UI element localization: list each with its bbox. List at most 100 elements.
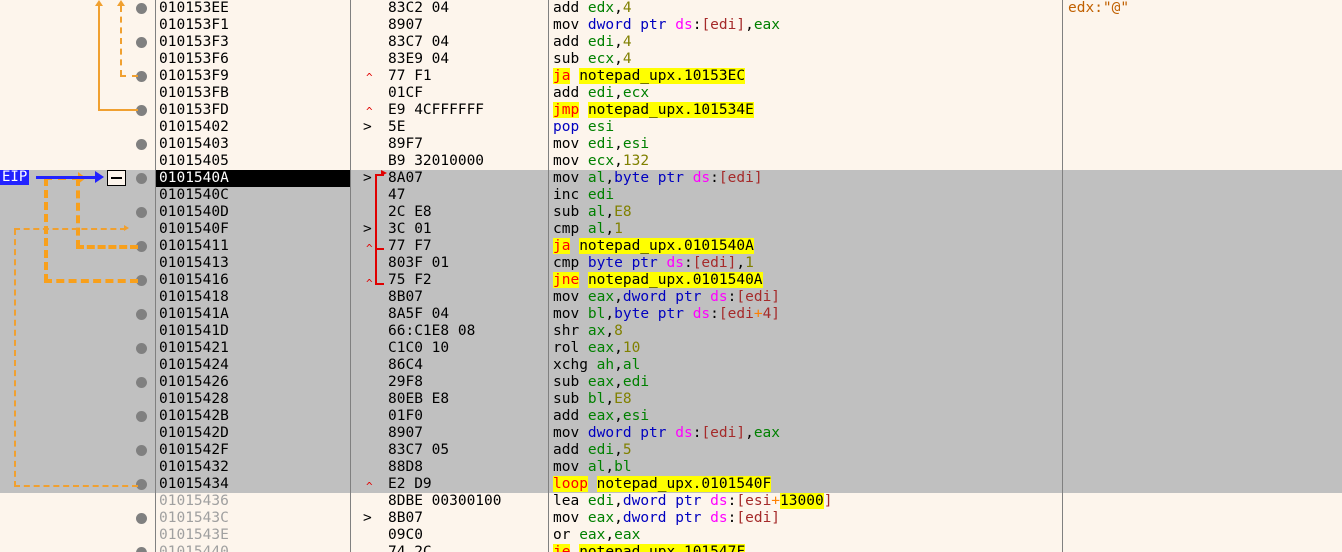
- opcode-bytes-cell[interactable]: 83C7 05: [388, 442, 543, 459]
- address-cell[interactable]: 0101541D: [159, 323, 344, 340]
- address-cell[interactable]: 01015436: [159, 493, 344, 510]
- instruction-cell[interactable]: mov eax,dword ptr ds:[edi]: [553, 510, 1058, 527]
- table-row[interactable]: 0101543C >8B07 mov eax,dword ptr ds:[edi]: [0, 510, 1342, 527]
- table-row[interactable]: 01015424 86C4 xchg ah,al: [0, 357, 1342, 374]
- instruction-cell[interactable]: mov ecx,132: [553, 153, 1058, 170]
- address-cell[interactable]: 01015440: [159, 544, 344, 552]
- address-cell[interactable]: 0101540A: [159, 170, 344, 187]
- opcode-bytes-cell[interactable]: 01CF: [388, 85, 543, 102]
- address-cell[interactable]: 01015405: [159, 153, 344, 170]
- instruction-cell[interactable]: mov al,byte ptr ds:[edi]: [553, 170, 1058, 187]
- address-cell[interactable]: 01015416: [159, 272, 344, 289]
- opcode-bytes-cell[interactable]: 66:C1E8 08: [388, 323, 543, 340]
- table-row[interactable]: 01015416 75 F2 jne notepad_upx.0101540A: [0, 272, 1342, 552]
- instruction-cell[interactable]: xchg ah,al: [553, 357, 1058, 374]
- address-cell[interactable]: 01015434: [159, 476, 344, 493]
- instruction-cell[interactable]: cmp byte ptr ds:[edi],1: [553, 255, 1058, 272]
- instruction-cell[interactable]: add edx,4: [553, 0, 1058, 17]
- address-cell[interactable]: 0101543C: [159, 510, 344, 527]
- instruction-cell[interactable]: jmp notepad_upx.101534E: [553, 102, 1058, 119]
- address-cell[interactable]: 0101542D: [159, 425, 344, 442]
- address-cell[interactable]: 0101540F: [159, 221, 344, 238]
- instruction-cell[interactable]: sub ecx,4: [553, 51, 1058, 68]
- table-row[interactable]: 01015428 80EB E8 sub bl,E8: [0, 391, 1342, 408]
- opcode-bytes-cell[interactable]: 74 2C: [388, 544, 543, 552]
- instruction-cell[interactable]: sub bl,E8: [553, 391, 1058, 408]
- opcode-bytes-cell[interactable]: 803F 01: [388, 255, 543, 272]
- table-row[interactable]: 0101540A >8A07 mov al,byte ptr ds:[edi]: [0, 170, 1342, 354]
- address-cell[interactable]: 0101543E: [159, 527, 344, 544]
- table-row[interactable]: 01015434 E2 D9 loop notepad_upx.0101540F: [0, 476, 1342, 493]
- instruction-cell[interactable]: shr ax,8: [553, 323, 1058, 340]
- table-row[interactable]: 0101541D 66:C1E8 08 shr ax,8: [0, 323, 1342, 340]
- table-row[interactable]: 01015421 C1C0 10 rol eax,10: [0, 340, 1342, 357]
- table-row[interactable]: 01015413 803F 01 cmp byte ptr ds:[edi],1: [0, 255, 1342, 524]
- instruction-cell[interactable]: je notepad_upx.101547F: [553, 544, 1058, 552]
- table-row[interactable]: 010153F9 77 F1 ja notepad_upx.10153EC: [0, 68, 1342, 150]
- table-row[interactable]: 010153F1 8907 mov dword ptr ds:[edi],eax: [0, 17, 1342, 48]
- address-cell[interactable]: 010153FD: [159, 102, 344, 119]
- instruction-cell[interactable]: inc edi: [553, 187, 1058, 204]
- instruction-cell[interactable]: or eax,eax: [553, 527, 1058, 544]
- opcode-bytes-cell[interactable]: C1C0 10: [388, 340, 543, 357]
- table-row[interactable]: 010153FB 01CF add edi,ecx: [0, 85, 1342, 184]
- table-row[interactable]: 01015432 88D8 mov al,bl: [0, 459, 1342, 476]
- instruction-cell[interactable]: mov al,bl: [553, 459, 1058, 476]
- opcode-bytes-cell[interactable]: 3C 01: [388, 221, 543, 238]
- opcode-bytes-cell[interactable]: 5E: [388, 119, 543, 136]
- opcode-bytes-cell[interactable]: 83C7 04: [388, 34, 543, 51]
- address-cell[interactable]: 010153F6: [159, 51, 344, 68]
- address-cell[interactable]: 01015421: [159, 340, 344, 357]
- opcode-bytes-cell[interactable]: E9 4CFFFFFF: [388, 102, 543, 119]
- table-row[interactable]: 0101541A 8A5F 04 mov bl,byte ptr ds:[edi+4…: [0, 306, 1342, 323]
- opcode-bytes-cell[interactable]: 8DBE 00300100: [388, 493, 543, 510]
- instruction-cell[interactable]: mov edi,esi: [553, 136, 1058, 153]
- address-cell[interactable]: 01015428: [159, 391, 344, 408]
- opcode-bytes-cell[interactable]: 80EB E8: [388, 391, 543, 408]
- table-row[interactable]: 010153FD E9 4CFFFFFF jmp notepad_upx.10153…: [0, 102, 1342, 218]
- address-cell[interactable]: 01015413: [159, 255, 344, 272]
- table-row[interactable]: 010153F3 83C7 04 add edi,4: [0, 34, 1342, 82]
- address-cell[interactable]: 010153EE: [159, 0, 344, 17]
- disassembly-view[interactable]: 010153EE 83C2 04 add edx,4 edx:"@" 010153F1 8…: [0, 0, 1342, 552]
- address-cell[interactable]: 010153F3: [159, 34, 344, 51]
- table-row[interactable]: 01015436 8DBE 00300100 lea edi,dword ptr d…: [0, 493, 1342, 510]
- instruction-cell[interactable]: sub eax,edi: [553, 374, 1058, 391]
- address-cell[interactable]: 01015402: [159, 119, 344, 136]
- table-row[interactable]: 0101540D 2C E8 sub al,E8: [0, 204, 1342, 422]
- instruction-cell[interactable]: ja notepad_upx.0101540A: [553, 238, 1058, 255]
- address-cell[interactable]: 010153F9: [159, 68, 344, 85]
- table-row[interactable]: 01015411 77 F7 ja notepad_upx.0101540A: [0, 238, 1342, 490]
- address-cell[interactable]: 010153F1: [159, 17, 344, 34]
- opcode-bytes-cell[interactable]: 8907: [388, 425, 543, 442]
- opcode-bytes-cell[interactable]: 47: [388, 187, 543, 204]
- opcode-bytes-cell[interactable]: 89F7: [388, 136, 543, 153]
- opcode-bytes-cell[interactable]: 8A07: [388, 170, 543, 187]
- address-cell[interactable]: 01015426: [159, 374, 344, 391]
- opcode-bytes-cell[interactable]: E2 D9: [388, 476, 543, 493]
- instruction-cell[interactable]: rol eax,10: [553, 340, 1058, 357]
- table-row[interactable]: 0101540C 47 inc edi: [0, 187, 1342, 388]
- opcode-bytes-cell[interactable]: 29F8: [388, 374, 543, 391]
- opcode-bytes-cell[interactable]: 83C2 04: [388, 0, 543, 17]
- opcode-bytes-cell[interactable]: 86C4: [388, 357, 543, 374]
- instruction-cell[interactable]: lea edi,dword ptr ds:[esi+13000]: [553, 493, 1058, 510]
- instruction-cell[interactable]: add edi,5: [553, 442, 1058, 459]
- table-row[interactable]: 0101542F 83C7 05 add edi,5: [0, 442, 1342, 459]
- table-row[interactable]: 01015402 >5E pop esi: [0, 119, 1342, 252]
- opcode-bytes-cell[interactable]: 2C E8: [388, 204, 543, 221]
- address-cell[interactable]: 01015432: [159, 459, 344, 476]
- breakpoint-toggle-icon[interactable]: [136, 3, 147, 14]
- instruction-cell[interactable]: pop esi: [553, 119, 1058, 136]
- instruction-cell[interactable]: add eax,esi: [553, 408, 1058, 425]
- opcode-bytes-cell[interactable]: 01F0: [388, 408, 543, 425]
- opcode-bytes-cell[interactable]: 88D8: [388, 459, 543, 476]
- instruction-cell[interactable]: sub al,E8: [553, 204, 1058, 221]
- table-row[interactable]: 0101540F >3C 01 cmp al,1: [0, 221, 1342, 456]
- instruction-cell[interactable]: ja notepad_upx.10153EC: [553, 68, 1058, 85]
- table-row[interactable]: 01015418 8B07 mov eax,dword ptr ds:[edi]: [0, 289, 1342, 306]
- instruction-cell[interactable]: add edi,4: [553, 34, 1058, 51]
- address-cell[interactable]: 01015424: [159, 357, 344, 374]
- address-cell[interactable]: 0101542F: [159, 442, 344, 459]
- instruction-cell[interactable]: cmp al,1: [553, 221, 1058, 238]
